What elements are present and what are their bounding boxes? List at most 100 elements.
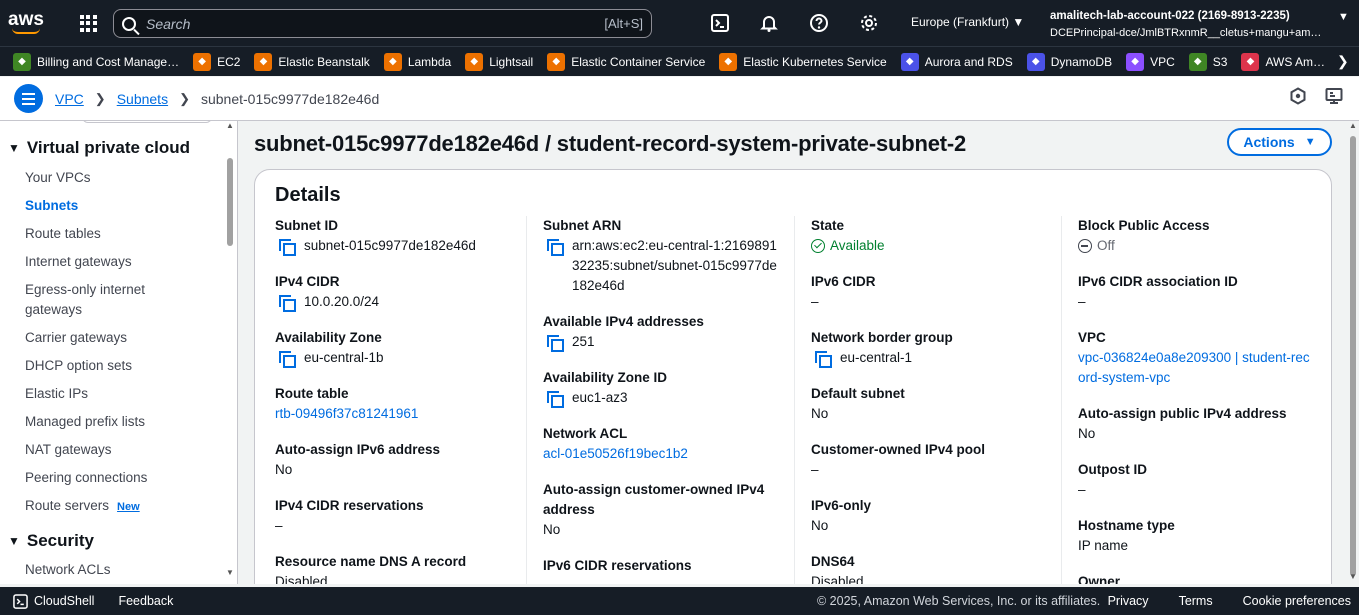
- tools-panel-icon[interactable]: [1325, 87, 1343, 108]
- aws-logo[interactable]: aws: [0, 0, 52, 46]
- sidebar-item-egress-only-internet-gateways[interactable]: Egress-only internet gateways: [25, 280, 150, 320]
- detail-value: No: [543, 520, 778, 540]
- detail-value: –: [1078, 292, 1313, 312]
- detail-value[interactable]: euc1-az3: [543, 388, 778, 408]
- help-icon[interactable]: [807, 11, 831, 35]
- actions-button[interactable]: Actions ▼: [1227, 128, 1332, 156]
- copy-icon[interactable]: [279, 351, 296, 368]
- detail-label: IPv4 CIDR: [275, 274, 340, 289]
- sidebar-item-route-servers[interactable]: Route servers New: [25, 496, 140, 517]
- terms-link[interactable]: Terms: [1179, 594, 1213, 608]
- detail-value[interactable]: arn:aws:ec2:eu-central-1:216989132235:su…: [543, 236, 778, 296]
- detail-value-text: No: [1078, 426, 1096, 441]
- detail-value[interactable]: eu-central-1: [811, 348, 1046, 368]
- detail-label: Outpost ID: [1078, 462, 1147, 477]
- chevron-right-icon[interactable]: ❯: [1337, 53, 1349, 70]
- settings-gear-icon[interactable]: [857, 11, 881, 35]
- search-icon: [122, 16, 136, 31]
- favorite-lambda[interactable]: ◆ Lambda: [383, 52, 452, 71]
- copy-icon[interactable]: [279, 295, 296, 312]
- cloudshell-button[interactable]: CloudShell: [13, 593, 95, 609]
- detail-label: Block Public Access: [1078, 218, 1210, 233]
- copy-icon[interactable]: [279, 239, 296, 256]
- sidebar-item-carrier-gateways[interactable]: Carrier gateways: [25, 328, 127, 348]
- detail-value[interactable]: eu-central-1b: [275, 348, 510, 368]
- detail-value: –: [811, 292, 1046, 312]
- side-navigation: ▼ Virtual private cloud Your VPCs Subnets…: [0, 121, 238, 584]
- sidebar-filter-edge: [82, 121, 212, 123]
- region-selector[interactable]: Europe (Frankfurt) ▼: [911, 15, 1024, 29]
- breadcrumb-vpc[interactable]: VPC: [55, 91, 84, 107]
- scroll-up-icon[interactable]: ▲: [226, 121, 234, 130]
- sidebar-item-peering-connections[interactable]: Peering connections: [25, 468, 147, 488]
- detail-value[interactable]: subnet-015c9977de182e46d: [275, 236, 510, 256]
- favorite-ec2[interactable]: ◆ EC2: [193, 52, 240, 71]
- privacy-link[interactable]: Privacy: [1108, 594, 1149, 608]
- sidebar-item-your-vpcs[interactable]: Your VPCs: [25, 168, 91, 188]
- feedback-link[interactable]: Feedback: [118, 594, 173, 608]
- scrollbar-thumb[interactable]: [227, 158, 233, 246]
- scrollbar-thumb[interactable]: [1350, 136, 1356, 576]
- copy-icon[interactable]: [547, 239, 564, 256]
- sidebar-item-elastic-ips[interactable]: Elastic IPs: [25, 384, 88, 404]
- sidebar-item-dhcp-option-sets[interactable]: DHCP option sets: [25, 356, 132, 376]
- detail-value[interactable]: 251: [543, 332, 778, 352]
- scroll-down-icon[interactable]: ▼: [1349, 572, 1357, 581]
- breadcrumb-subnets[interactable]: Subnets: [117, 91, 168, 107]
- cloudshell-icon[interactable]: [708, 11, 732, 35]
- detail-value-text: 251: [572, 334, 595, 349]
- services-menu-icon[interactable]: [70, 0, 106, 46]
- detail-value: No: [811, 516, 1046, 536]
- favorite-s3[interactable]: ◆ S3: [1188, 52, 1227, 71]
- detail-value-text[interactable]: acl-01e50526f19bec1b2: [543, 444, 688, 464]
- sidebar-scrollbar[interactable]: ▲ ▼: [224, 121, 236, 584]
- detail-label: Customer-owned IPv4 pool: [811, 442, 986, 457]
- sidebar-item-internet-gateways[interactable]: Internet gateways: [25, 252, 132, 272]
- scroll-down-icon[interactable]: ▼: [226, 568, 234, 577]
- actions-label: Actions: [1243, 134, 1295, 150]
- detail-value: –: [275, 516, 510, 536]
- account-menu[interactable]: amalitech-lab-account-022 (2169-8913-223…: [1050, 8, 1348, 42]
- favorite-billing[interactable]: ◆ Billing and Cost Manage…: [13, 52, 179, 71]
- detail-value-text[interactable]: rtb-09496f37c81241961: [275, 404, 418, 424]
- amplify-icon: ◆: [1241, 52, 1260, 71]
- search-box[interactable]: [Alt+S]: [113, 9, 652, 38]
- account-chevron-down-icon[interactable]: ▼: [1338, 11, 1349, 23]
- detail-value[interactable]: vpc-036824e0a8e209300 | student-record-s…: [1078, 348, 1313, 388]
- sidebar-item-nat-gateways[interactable]: NAT gateways: [25, 440, 112, 460]
- sidebar-item-route-tables[interactable]: Route tables: [25, 224, 101, 244]
- copy-icon[interactable]: [547, 335, 564, 352]
- favorite-amplify[interactable]: ◆ AWS Am…: [1241, 52, 1325, 71]
- sidebar-item-managed-prefix-lists[interactable]: Managed prefix lists: [25, 412, 145, 432]
- scroll-up-icon[interactable]: ▲: [1349, 121, 1357, 130]
- detail-value-text[interactable]: vpc-036824e0a8e209300 | student-record-s…: [1078, 348, 1313, 388]
- search-input[interactable]: [146, 15, 605, 32]
- favorite-ecs[interactable]: ◆ Elastic Container Service: [547, 52, 705, 71]
- side-nav-toggle-icon[interactable]: [14, 84, 43, 113]
- copy-icon[interactable]: [547, 391, 564, 408]
- favorite-beanstalk[interactable]: ◆ Elastic Beanstalk: [254, 52, 370, 71]
- favorite-eks[interactable]: ◆ Elastic Kubernetes Service: [719, 52, 887, 71]
- feedback-hexagon-icon[interactable]: [1289, 87, 1307, 108]
- section-virtual-private-cloud[interactable]: ▼ Virtual private cloud: [8, 138, 190, 158]
- section-security[interactable]: ▼ Security: [8, 531, 94, 551]
- detail-value[interactable]: rtb-09496f37c81241961: [275, 404, 510, 424]
- detail-value[interactable]: acl-01e50526f19bec1b2: [543, 444, 778, 464]
- section-title: Virtual private cloud: [26, 138, 191, 157]
- notifications-bell-icon[interactable]: [757, 11, 781, 35]
- cloudshell-label: CloudShell: [34, 594, 95, 608]
- detail-value-text: Disabled: [811, 574, 864, 584]
- detail-label: Hostname type: [1078, 518, 1175, 533]
- detail-value[interactable]: 10.0.20.0/24: [275, 292, 510, 312]
- favorite-lightsail[interactable]: ◆ Lightsail: [465, 52, 533, 71]
- main-scrollbar[interactable]: ▲ ▼: [1346, 121, 1359, 584]
- detail-label: Owner: [1078, 574, 1121, 584]
- favorite-label: Lambda: [407, 54, 452, 69]
- sidebar-item-subnets[interactable]: Subnets: [25, 196, 78, 216]
- cookie-preferences-link[interactable]: Cookie preferences: [1243, 594, 1351, 608]
- favorite-vpc[interactable]: ◆ VPC: [1126, 52, 1175, 71]
- copy-icon[interactable]: [815, 351, 832, 368]
- favorite-dynamodb[interactable]: ◆ DynamoDB: [1026, 52, 1112, 71]
- favorite-rds[interactable]: ◆ Aurora and RDS: [900, 52, 1013, 71]
- sidebar-item-network-acls[interactable]: Network ACLs: [25, 560, 111, 580]
